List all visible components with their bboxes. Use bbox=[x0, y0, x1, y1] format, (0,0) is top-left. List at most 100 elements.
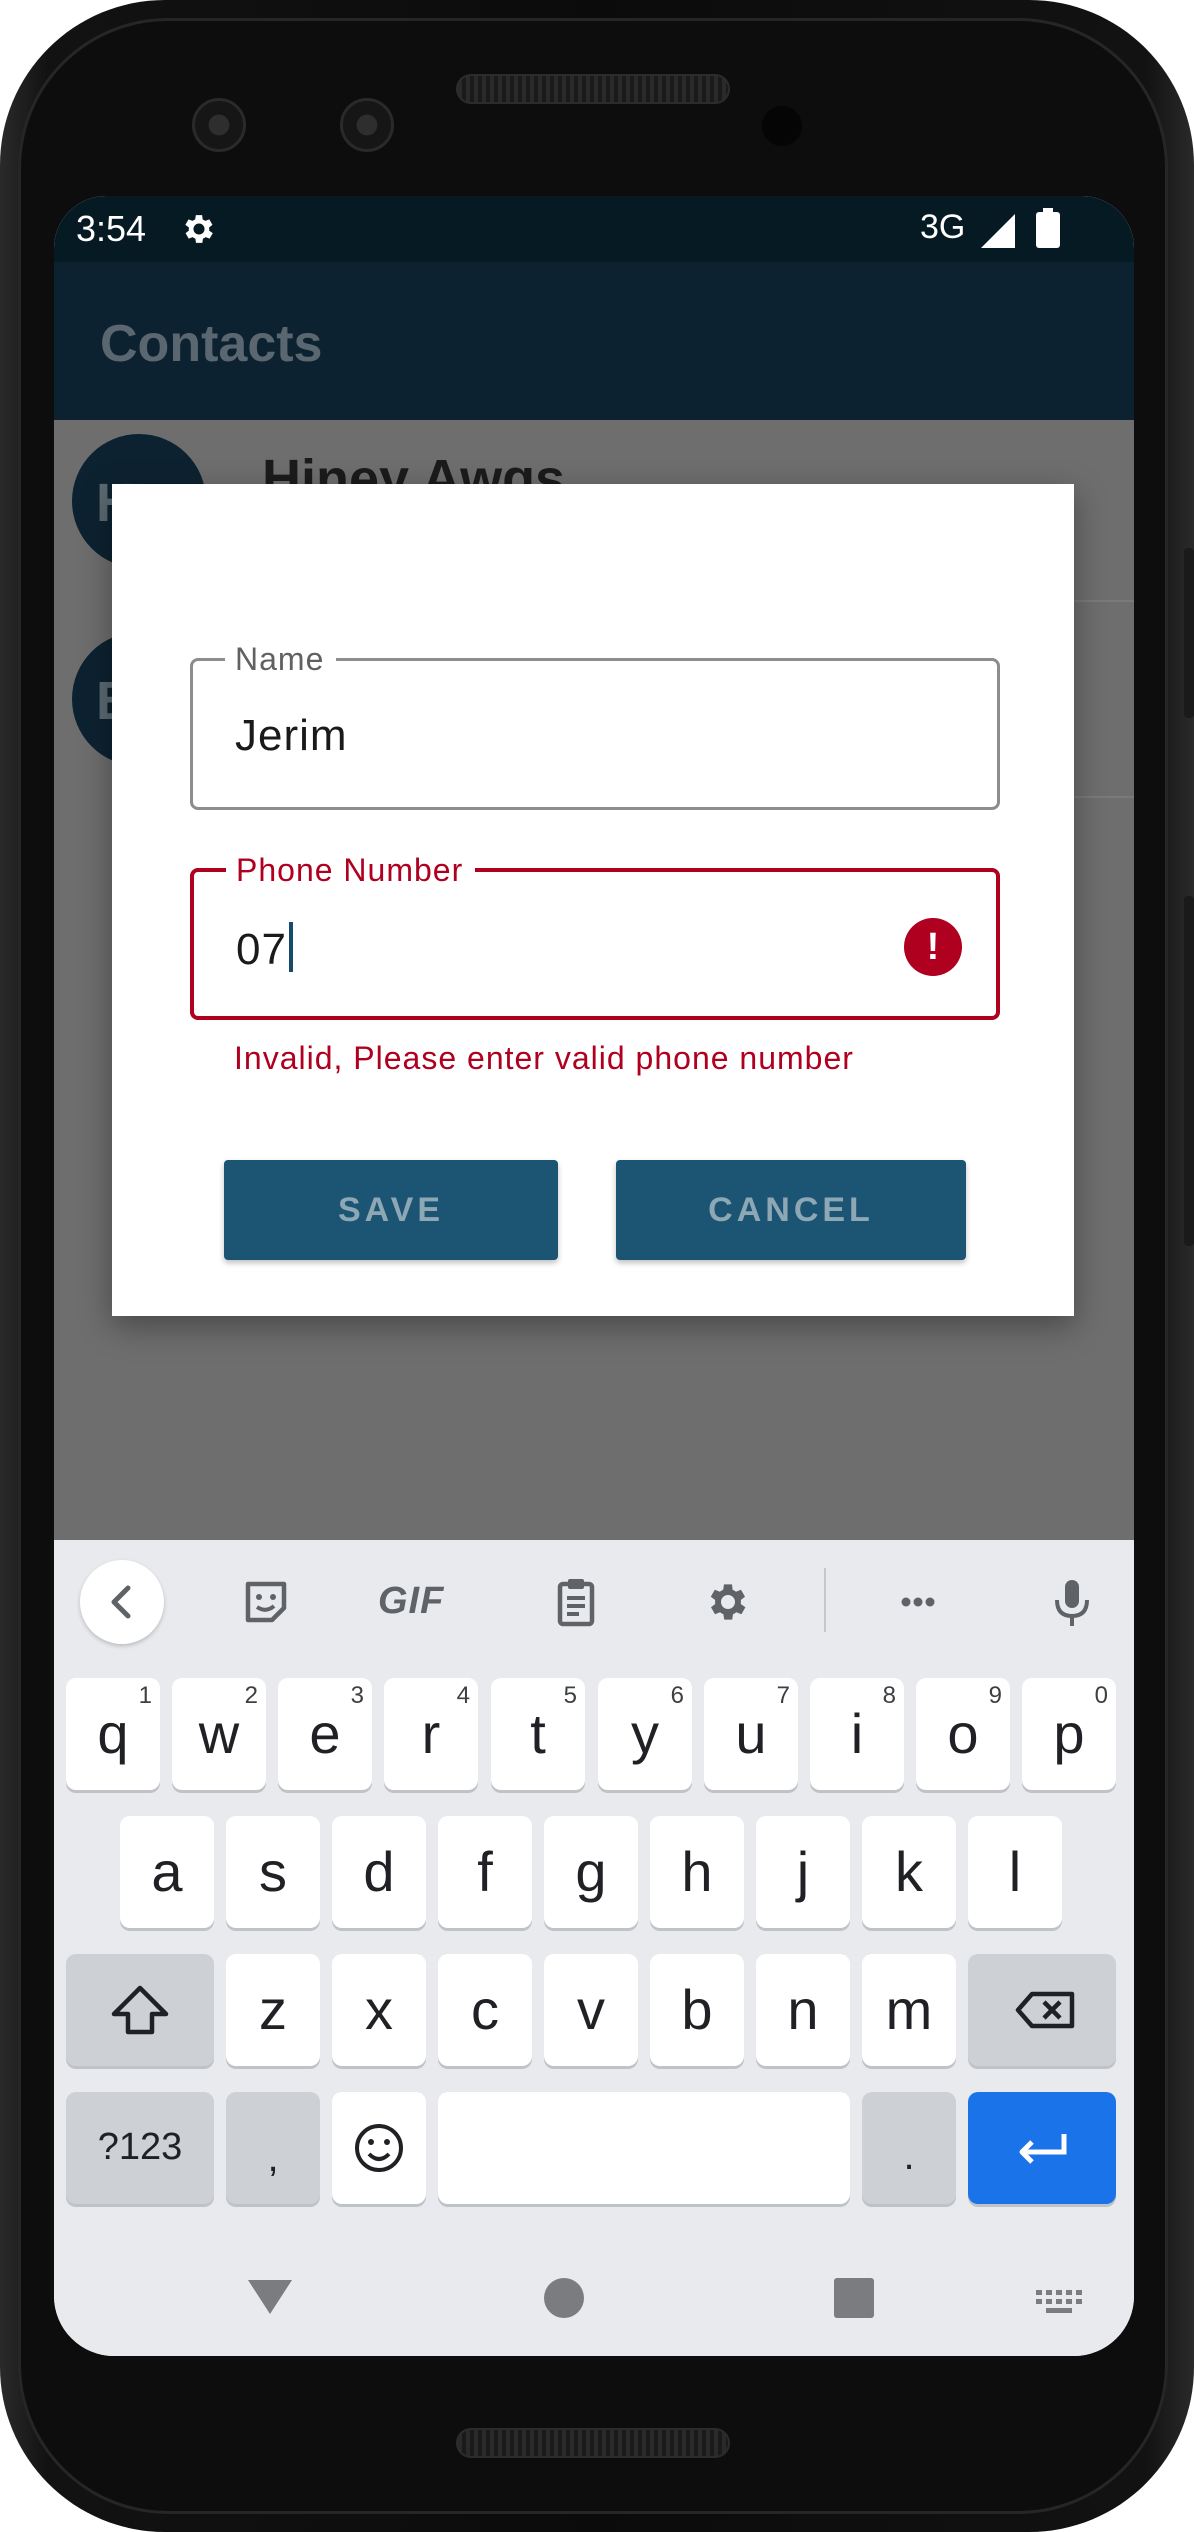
key-q[interactable]: q1 bbox=[66, 1678, 160, 1790]
key-c[interactable]: c bbox=[438, 1954, 532, 2066]
save-button[interactable]: SAVE bbox=[224, 1160, 558, 1260]
shift-key[interactable] bbox=[66, 1954, 214, 2066]
battery-icon bbox=[1036, 208, 1060, 248]
key-label: v bbox=[577, 1978, 605, 2041]
keyboard-switch-icon[interactable] bbox=[1030, 2284, 1090, 2324]
mic-icon bbox=[1055, 1580, 1089, 1626]
key-label: b bbox=[681, 1978, 713, 2041]
key-f[interactable]: f bbox=[438, 1816, 532, 1928]
key-label: w bbox=[198, 1702, 240, 1765]
key-k[interactable]: k bbox=[862, 1816, 956, 1928]
key-hint: 4 bbox=[456, 1682, 470, 1709]
phone-frame: 3:54 3G Contacts HA Hiney Awgs bbox=[0, 0, 1194, 2532]
enter-icon bbox=[1019, 2134, 1067, 2164]
keyboard-back-button[interactable] bbox=[80, 1560, 164, 1644]
key-p[interactable]: p0 bbox=[1022, 1678, 1116, 1790]
key-label: f bbox=[477, 1840, 493, 1903]
key-hint: 7 bbox=[776, 1682, 790, 1709]
edit-contact-dialog: Name Jerim Phone Number 07 ! Invalid, Pl… bbox=[112, 484, 1074, 1316]
key-g[interactable]: g bbox=[544, 1816, 638, 1928]
key-label: c bbox=[471, 1978, 499, 2041]
cancel-button[interactable]: CANCEL bbox=[616, 1160, 966, 1260]
key-hint: 3 bbox=[350, 1682, 364, 1709]
proximity-sensor bbox=[762, 106, 802, 146]
sticker-icon bbox=[245, 1581, 287, 1623]
key-j[interactable]: j bbox=[756, 1816, 850, 1928]
status-time: 3:54 bbox=[76, 208, 147, 249]
key-label: l bbox=[1008, 1840, 1022, 1903]
key-y[interactable]: y6 bbox=[598, 1678, 692, 1790]
clipboard-button[interactable] bbox=[534, 1560, 618, 1644]
key-l[interactable]: l bbox=[968, 1816, 1062, 1928]
key-r[interactable]: r4 bbox=[384, 1678, 478, 1790]
back-icon bbox=[111, 1585, 131, 1619]
key-x[interactable]: x bbox=[332, 1954, 426, 2066]
key-label: . bbox=[903, 2134, 915, 2178]
key-label: h bbox=[681, 1840, 713, 1903]
system-nav-bar bbox=[54, 2240, 1134, 2356]
key-label: t bbox=[530, 1702, 546, 1765]
backspace-key[interactable] bbox=[968, 1954, 1116, 2066]
phone-error-message: Invalid, Please enter valid phone number bbox=[234, 1040, 854, 1076]
clipboard-icon bbox=[557, 1579, 595, 1627]
sticker-button[interactable] bbox=[224, 1560, 308, 1644]
key-h[interactable]: h bbox=[650, 1816, 744, 1928]
key-s[interactable]: s bbox=[226, 1816, 320, 1928]
gif-button[interactable]: GIF bbox=[378, 1580, 444, 1623]
key-hint: 6 bbox=[670, 1682, 684, 1709]
key-w[interactable]: w2 bbox=[172, 1678, 266, 1790]
toolbar-divider bbox=[824, 1568, 826, 1632]
key-d[interactable]: d bbox=[332, 1816, 426, 1928]
key-label: i bbox=[850, 1702, 864, 1765]
key-label: p bbox=[1053, 1702, 1085, 1765]
key-u[interactable]: u7 bbox=[704, 1678, 798, 1790]
key-t[interactable]: t5 bbox=[491, 1678, 585, 1790]
key-m[interactable]: m bbox=[862, 1954, 956, 2066]
soft-keyboard: GIF q 1 w 2 e 3 r 4 t 5 y 6 u 7 i 8 o 9 … bbox=[54, 1540, 1134, 2240]
key-label: k bbox=[895, 1840, 923, 1903]
key-label: r bbox=[421, 1702, 441, 1765]
key-n[interactable]: n bbox=[756, 1954, 850, 2066]
nav-home-icon[interactable] bbox=[534, 2268, 594, 2328]
front-camera-icon bbox=[192, 98, 246, 152]
symbols-key[interactable]: ?123 bbox=[66, 2092, 214, 2204]
volume-button bbox=[1184, 896, 1194, 1246]
error-icon: ! bbox=[904, 918, 962, 976]
phone-field-value-wrap: 07 bbox=[236, 922, 293, 975]
key-i[interactable]: i8 bbox=[810, 1678, 904, 1790]
signal-icon bbox=[981, 214, 1015, 248]
key-hint: 9 bbox=[988, 1682, 1002, 1709]
key-e[interactable]: e3 bbox=[278, 1678, 372, 1790]
key-v[interactable]: v bbox=[544, 1954, 638, 2066]
name-field[interactable]: Name Jerim bbox=[190, 641, 1000, 810]
name-field-value: Jerim bbox=[235, 711, 348, 760]
nav-back-icon[interactable] bbox=[240, 2264, 300, 2324]
more-options-button[interactable] bbox=[876, 1560, 960, 1644]
key-b[interactable]: b bbox=[650, 1954, 744, 2066]
key-label: y bbox=[631, 1702, 659, 1765]
key-a[interactable]: a bbox=[120, 1816, 214, 1928]
key-label: j bbox=[796, 1840, 810, 1903]
period-key[interactable]: . bbox=[862, 2092, 956, 2204]
phone-field-label: Phone Number bbox=[226, 852, 476, 889]
key-hint: 1 bbox=[138, 1682, 152, 1709]
voice-input-button[interactable] bbox=[1030, 1560, 1114, 1644]
enter-key[interactable] bbox=[968, 2092, 1116, 2204]
key-hint: 5 bbox=[563, 1682, 577, 1709]
app-bar: Contacts bbox=[54, 262, 1134, 420]
app-title: Contacts bbox=[100, 315, 323, 373]
key-o[interactable]: o9 bbox=[916, 1678, 1010, 1790]
bottom-speaker bbox=[456, 2428, 730, 2458]
emoji-key[interactable] bbox=[332, 2092, 426, 2204]
front-camera-icon bbox=[340, 98, 394, 152]
key-label: u bbox=[735, 1702, 767, 1765]
phone-number-field[interactable]: Phone Number 07 ! bbox=[190, 852, 1000, 1020]
text-cursor bbox=[288, 922, 293, 972]
status-bar: 3:54 3G bbox=[54, 196, 1134, 262]
comma-key[interactable]: , bbox=[226, 2092, 320, 2204]
key-hint: 8 bbox=[882, 1682, 896, 1709]
key-z[interactable]: z bbox=[226, 1954, 320, 2066]
keyboard-settings-button[interactable] bbox=[686, 1560, 770, 1644]
nav-recents-icon[interactable] bbox=[824, 2268, 884, 2328]
space-key[interactable] bbox=[438, 2092, 850, 2204]
